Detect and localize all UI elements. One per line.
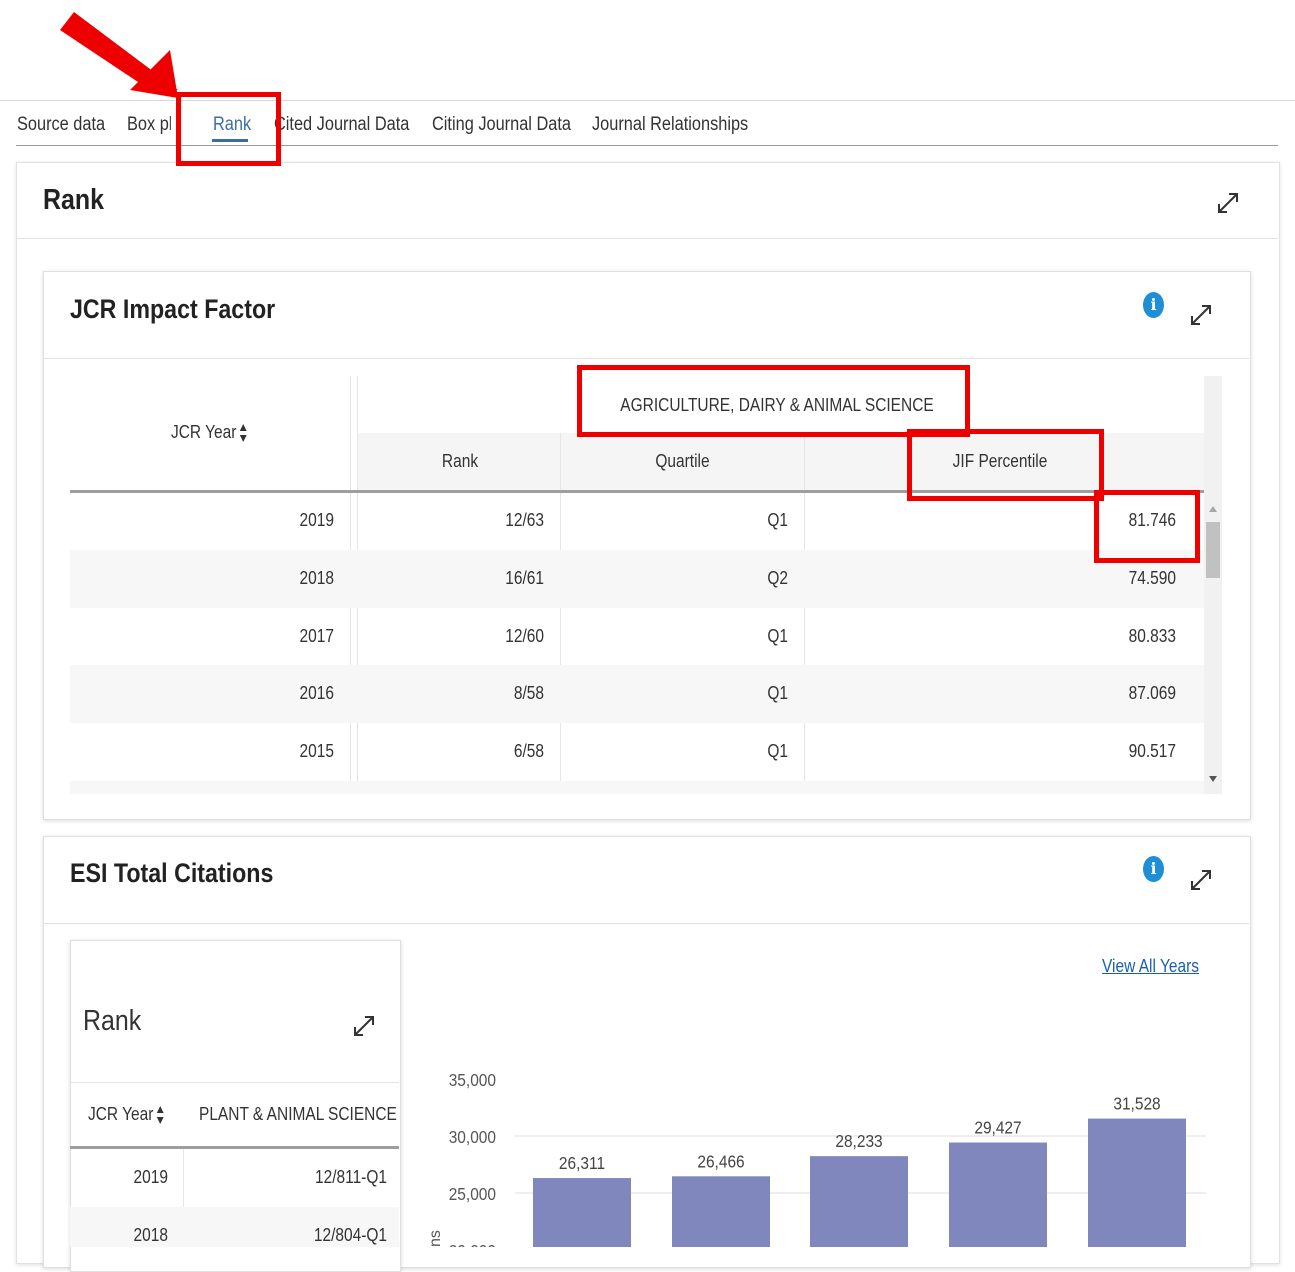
quartile-cell: Q1 (767, 510, 788, 530)
esi-year-cell: 2018 (133, 1225, 168, 1245)
scroll-down-arrow-icon[interactable] (1207, 774, 1219, 784)
tab-citing-journal-data[interactable]: Citing Journal Data (432, 114, 571, 136)
esi-expand-icon[interactable] (1188, 867, 1214, 893)
rank-cell: 12/63 (505, 510, 544, 530)
view-all-years-link[interactable]: View All Years (1102, 956, 1199, 977)
year-cell: 2018 (299, 568, 334, 588)
bar-value-label: 31,528 (1113, 1093, 1160, 1113)
bar (1088, 1118, 1186, 1247)
jcr-card-divider (43, 358, 1249, 359)
esi-table-header-rule (70, 1146, 399, 1149)
scrollbar-thumb[interactable] (1206, 522, 1220, 578)
year-cell: 2019 (299, 510, 334, 530)
jcr-expand-icon[interactable] (1188, 302, 1214, 328)
esi-info-icon[interactable]: i (1143, 856, 1164, 882)
scroll-up-arrow-icon[interactable] (1207, 504, 1219, 514)
quartile-cell: Q1 (767, 626, 788, 646)
bar (949, 1142, 1047, 1247)
bar-value-label: 26,466 (697, 1151, 744, 1171)
tab-source-data[interactable]: Source data (17, 114, 105, 136)
table-divider (804, 433, 805, 794)
esi-citations-chart: 35,000 30,000 25,000 20,000 ns 26,311 26,466 28… (427, 1070, 1206, 1247)
esi-card-title: ESI Total Citations (70, 858, 274, 888)
esi-rank-expand-icon[interactable] (351, 1013, 377, 1039)
bar-value-label: 29,427 (974, 1117, 1021, 1137)
bar-value-label: 26,311 (559, 1153, 605, 1173)
jcr-impact-factor-card (43, 271, 1251, 820)
rank-cell: 16/61 (505, 568, 544, 588)
bar (533, 1178, 631, 1247)
y-tick-label: 20,000 (449, 1241, 496, 1247)
jif-percentile-cell: 80.833 (1128, 626, 1176, 646)
year-cell: 2016 (299, 683, 334, 703)
annotation-arrow (60, 12, 178, 98)
annotation-box-rank-tab (176, 92, 281, 166)
row-band (70, 665, 1204, 723)
y-axis-label: ns (427, 1230, 444, 1247)
tab-cited-journal-data[interactable]: Cited Journal Data (274, 114, 409, 136)
y-tick-label: 35,000 (449, 1070, 496, 1090)
jcr-info-icon[interactable]: i (1143, 292, 1164, 318)
esi-category-header: PLANT & ANIMAL SCIENCE (199, 1104, 397, 1124)
jcr-card-title: JCR Impact Factor (70, 294, 276, 324)
esi-card-divider (43, 923, 1249, 924)
row-band (70, 781, 1204, 794)
esi-rank-cell: 12/811-Q1 (314, 1167, 387, 1187)
year-cell: 2015 (299, 741, 334, 761)
panel-expand-icon[interactable] (1215, 190, 1241, 216)
esi-rank-divider (70, 1082, 399, 1083)
rank-cell: 6/58 (513, 741, 544, 761)
sort-icon[interactable] (239, 422, 248, 444)
panel-header-divider (16, 238, 1278, 239)
rank-cell: 8/58 (513, 683, 544, 703)
jcr-year-header[interactable]: JCR Year (171, 422, 248, 444)
y-tick-label: 30,000 (449, 1127, 496, 1147)
rank-column-header: Rank (441, 451, 479, 471)
quartile-cell: Q2 (767, 568, 788, 588)
bar (810, 1156, 908, 1247)
rank-cell: 12/60 (505, 626, 544, 646)
quartile-cell: Q1 (767, 683, 788, 703)
esi-rank-cell: 12/804-Q1 (313, 1225, 387, 1245)
jif-percentile-cell: 74.590 (1128, 568, 1176, 588)
bar (672, 1176, 770, 1247)
tab-box-plot[interactable]: Box plot (127, 114, 171, 136)
annotation-box-jif-header (907, 429, 1104, 501)
panel-title: Rank (43, 184, 104, 216)
esi-jcr-year-header[interactable]: JCR Year (88, 1104, 165, 1126)
annotation-box-category (577, 365, 970, 437)
esi-rank-title: Rank (83, 1005, 142, 1037)
tab-journal-relationships[interactable]: Journal Relationships (592, 114, 748, 136)
esi-year-cell: 2019 (133, 1167, 168, 1187)
table-divider (560, 433, 561, 794)
quartile-cell: Q1 (767, 741, 788, 761)
jif-percentile-cell: 87.069 (1128, 683, 1176, 703)
bar-value-label: 28,233 (835, 1131, 882, 1151)
annotation-box-jif-value (1094, 490, 1200, 563)
jif-percentile-cell: 90.517 (1128, 741, 1176, 761)
sort-icon[interactable] (156, 1104, 165, 1126)
quartile-column-header: Quartile (655, 451, 710, 471)
row-band (70, 550, 1204, 608)
table-scrollbar[interactable] (1204, 376, 1222, 794)
y-tick-label: 25,000 (449, 1184, 496, 1204)
year-cell: 2017 (299, 626, 334, 646)
